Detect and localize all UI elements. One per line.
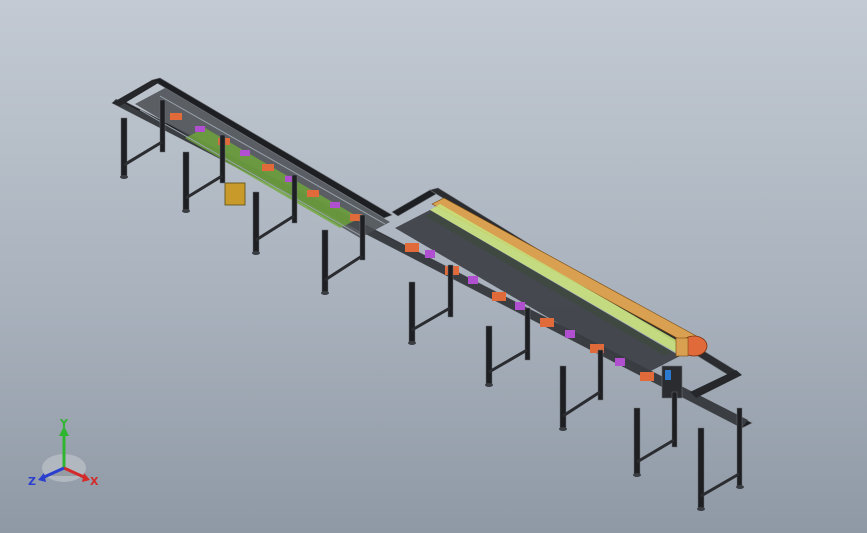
right-conveyor-bed xyxy=(395,210,680,374)
z-axis-label: Z xyxy=(28,475,36,488)
left-stations xyxy=(170,113,362,221)
junction-box xyxy=(224,182,246,206)
right-machine-section xyxy=(395,197,708,399)
y-axis-label: Y xyxy=(59,418,69,430)
right-end-frame xyxy=(690,370,742,398)
orientation-triad[interactable]: Y X Z xyxy=(22,418,112,498)
conveyor-assembly-model[interactable] xyxy=(0,0,867,533)
x-axis-label: X xyxy=(90,475,99,488)
support-legs xyxy=(120,99,743,509)
cad-graphics-area[interactable]: Y X Z xyxy=(0,0,867,533)
left-conveyor-belt xyxy=(185,128,360,228)
